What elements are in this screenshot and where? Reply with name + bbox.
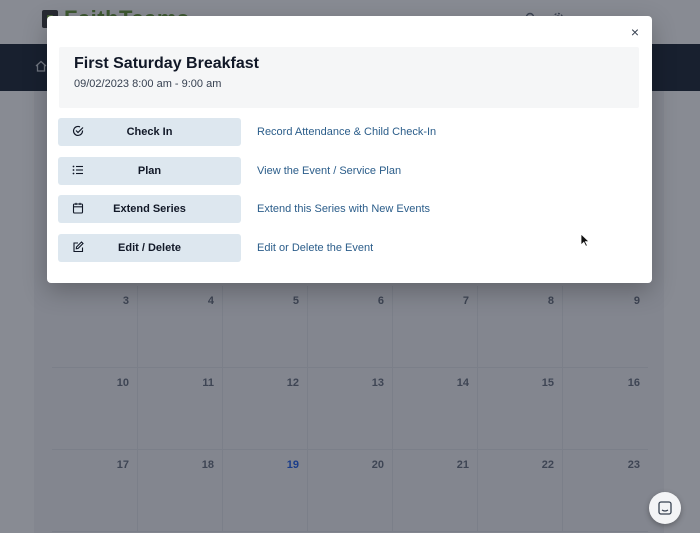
- check-in-description-link[interactable]: Record Attendance & Child Check-In: [257, 126, 436, 138]
- chat-icon: [658, 501, 672, 515]
- event-header: First Saturday Breakfast 09/02/2023 8:00…: [59, 47, 639, 108]
- close-icon[interactable]: ×: [628, 25, 642, 39]
- chat-launcher-button[interactable]: [649, 492, 681, 524]
- edit-delete-label: Edit / Delete: [118, 242, 181, 254]
- event-title: First Saturday Breakfast: [74, 55, 259, 72]
- action-row-edit-delete: Edit / Delete Edit or Delete the Event: [58, 234, 641, 262]
- edit-delete-button[interactable]: Edit / Delete: [58, 234, 241, 262]
- extend-series-label: Extend Series: [113, 203, 186, 215]
- extend-series-button[interactable]: Extend Series: [58, 195, 241, 223]
- mouse-cursor-icon: [580, 233, 591, 247]
- plan-button[interactable]: Plan: [58, 157, 241, 185]
- edit-delete-description-link[interactable]: Edit or Delete the Event: [257, 242, 373, 254]
- extend-series-description-link[interactable]: Extend this Series with New Events: [257, 203, 430, 215]
- action-row-plan: Plan View the Event / Service Plan: [58, 157, 641, 185]
- action-row-check-in: Check In Record Attendance & Child Check…: [58, 118, 641, 146]
- plan-description-link[interactable]: View the Event / Service Plan: [257, 165, 401, 177]
- event-datetime: 09/02/2023 8:00 am - 9:00 am: [74, 78, 222, 90]
- check-in-button[interactable]: Check In: [58, 118, 241, 146]
- plan-label: Plan: [137, 165, 162, 177]
- event-actions-modal: × First Saturday Breakfast 09/02/2023 8:…: [47, 16, 652, 283]
- check-in-label: Check In: [126, 126, 173, 138]
- action-row-extend-series: Extend Series Extend this Series with Ne…: [58, 195, 641, 223]
